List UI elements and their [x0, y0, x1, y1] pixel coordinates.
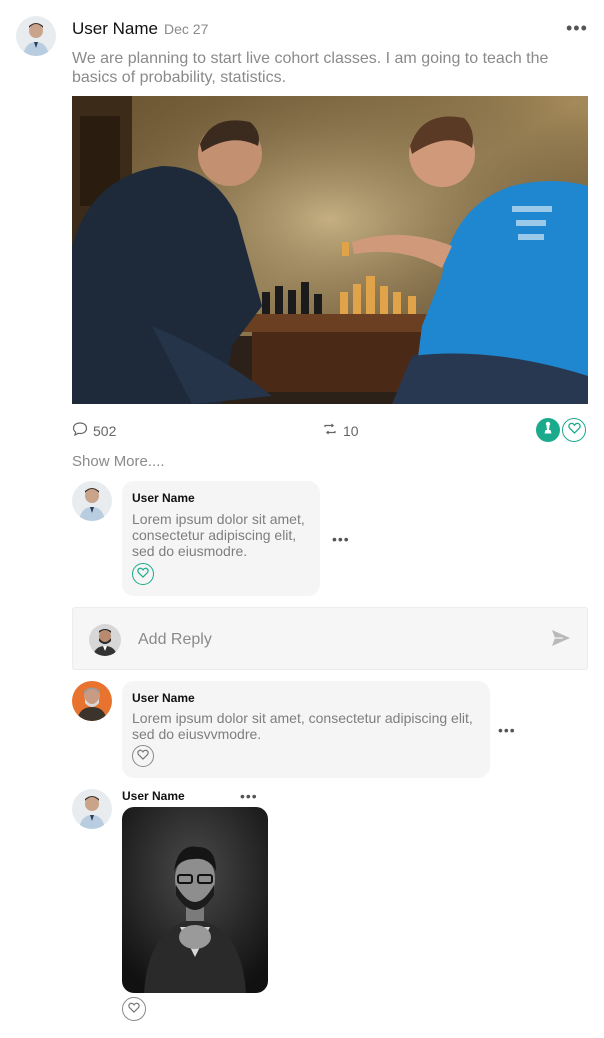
- repost-count: 10: [343, 422, 359, 439]
- send-icon[interactable]: [551, 629, 571, 652]
- comment-avatar[interactable]: [72, 481, 112, 521]
- post-date: Dec 27: [164, 21, 209, 37]
- comment-more-icon[interactable]: •••: [240, 789, 258, 803]
- comment-bubble: User Name Lorem ipsum dolor sit amet, co…: [122, 481, 320, 596]
- post-author-name[interactable]: User Name: [72, 19, 158, 39]
- chess-pawn-button[interactable]: [536, 418, 560, 442]
- heart-icon: [567, 421, 581, 439]
- comment-icon: [72, 421, 88, 440]
- reply-box: [72, 607, 588, 670]
- show-more-link[interactable]: Show More....: [72, 453, 165, 470]
- comment-text: Lorem ipsum dolor sit amet, consectetur …: [132, 511, 305, 559]
- comment-author[interactable]: User Name: [132, 491, 195, 505]
- comment-author[interactable]: User Name: [122, 789, 185, 803]
- heart-icon: [137, 565, 149, 583]
- comment-image[interactable]: [122, 807, 268, 993]
- comment-more-icon[interactable]: •••: [498, 723, 516, 737]
- comment-like-button[interactable]: [132, 563, 154, 585]
- post-image[interactable]: [72, 96, 588, 404]
- reply-input[interactable]: [136, 628, 520, 652]
- chess-pawn-icon: [542, 421, 554, 440]
- comment-more-icon[interactable]: •••: [332, 532, 350, 546]
- post-author-avatar[interactable]: [16, 16, 56, 56]
- comment-stat[interactable]: 502: [72, 421, 116, 440]
- post-like-button[interactable]: [562, 418, 586, 442]
- comment-like-button[interactable]: [132, 745, 154, 767]
- comment-bubble: User Name Lorem ipsum dolor sit amet, co…: [122, 681, 490, 778]
- post-text: We are planning to start live cohort cla…: [72, 50, 549, 86]
- heart-icon: [137, 747, 149, 765]
- post-more-icon[interactable]: •••: [566, 19, 588, 37]
- comment-avatar[interactable]: [72, 681, 112, 721]
- comment-count: 502: [93, 422, 117, 439]
- reply-avatar: [89, 624, 121, 656]
- comment-author[interactable]: User Name: [132, 691, 195, 705]
- comment-avatar[interactable]: [72, 789, 112, 829]
- comment-text: Lorem ipsum dolor sit amet, consectetur …: [132, 710, 473, 742]
- repost-stat[interactable]: 10: [322, 421, 359, 440]
- comment-like-button[interactable]: [122, 997, 146, 1021]
- repost-icon: [322, 421, 338, 440]
- heart-icon: [128, 1000, 140, 1018]
